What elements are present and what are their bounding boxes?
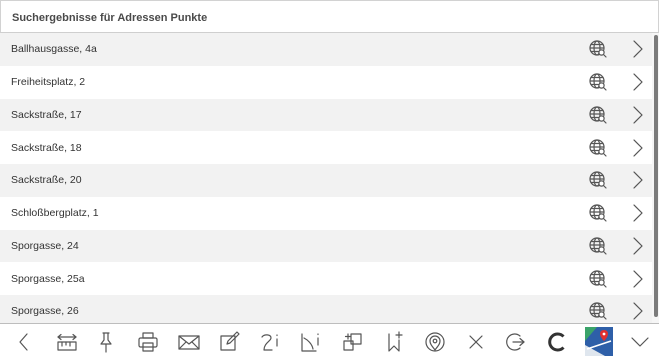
- chevron-right-icon[interactable]: [631, 72, 645, 92]
- result-label[interactable]: Sporgasse, 26: [11, 305, 79, 317]
- scrollbar-thumb[interactable]: [654, 35, 658, 317]
- pin-icon[interactable]: [93, 329, 119, 355]
- chevron-right-icon[interactable]: [631, 39, 645, 59]
- copy-icon[interactable]: [340, 329, 366, 355]
- globe-search-icon[interactable]: [588, 269, 608, 289]
- chevron-right-icon[interactable]: [631, 138, 645, 158]
- globe-search-icon[interactable]: [588, 203, 608, 223]
- result-row[interactable]: Ballhausgasse, 4a: [0, 33, 652, 66]
- chevron-right-icon[interactable]: [631, 269, 645, 289]
- result-row[interactable]: Sackstraße, 20: [0, 164, 652, 197]
- globe-search-icon[interactable]: [588, 301, 608, 321]
- print-icon[interactable]: [135, 329, 161, 355]
- bookmark-add-icon[interactable]: [381, 329, 407, 355]
- globe-search-icon[interactable]: [588, 138, 608, 158]
- chevron-right-icon[interactable]: [631, 203, 645, 223]
- result-label[interactable]: Sackstraße, 18: [11, 142, 82, 154]
- panel-title: Suchergebnisse für Adressen Punkte: [12, 12, 208, 24]
- result-row[interactable]: Sackstraße, 18: [0, 131, 652, 164]
- refresh-icon[interactable]: [545, 329, 571, 355]
- logout-icon[interactable]: [503, 329, 529, 355]
- close-icon[interactable]: [463, 329, 489, 355]
- globe-search-icon[interactable]: [588, 105, 608, 125]
- result-label[interactable]: Sackstraße, 20: [11, 174, 82, 186]
- globe-search-icon[interactable]: [588, 236, 608, 256]
- result-row[interactable]: Sporgasse, 24: [0, 229, 652, 263]
- chevron-right-icon[interactable]: [631, 105, 645, 125]
- location-icon[interactable]: [422, 329, 448, 355]
- results-scrollbar[interactable]: [652, 33, 659, 323]
- edit-icon[interactable]: [217, 329, 243, 355]
- bottom-toolbar: [0, 323, 659, 358]
- chevron-right-icon[interactable]: [631, 170, 645, 190]
- result-label[interactable]: Ballhausgasse, 4a: [11, 43, 97, 55]
- globe-search-icon[interactable]: [588, 72, 608, 92]
- result-row[interactable]: Sporgasse, 26: [0, 295, 652, 323]
- result-label[interactable]: Schloßbergplatz, 1: [11, 207, 99, 219]
- info-text-icon[interactable]: [257, 329, 283, 355]
- expand-icon[interactable]: [627, 329, 653, 355]
- result-label[interactable]: Sporgasse, 25a: [11, 273, 85, 285]
- result-label[interactable]: Sackstraße, 17: [11, 109, 82, 121]
- search-results-panel: Suchergebnisse für Adressen Punkte Ballh…: [0, 0, 659, 358]
- results-list: Ballhausgasse, 4a Freiheitsplatz, 2 Sack…: [0, 33, 652, 323]
- result-label[interactable]: Freiheitsplatz, 2: [11, 76, 85, 88]
- chevron-right-icon[interactable]: [631, 236, 645, 256]
- panel-header: Suchergebnisse für Adressen Punkte: [0, 0, 659, 33]
- chevron-right-icon[interactable]: [631, 301, 645, 321]
- result-label[interactable]: Sporgasse, 24: [11, 240, 79, 252]
- result-row[interactable]: Sporgasse, 25a: [0, 262, 652, 295]
- info-area-icon[interactable]: [298, 329, 324, 355]
- map-logo-icon[interactable]: [585, 327, 613, 356]
- mail-icon[interactable]: [176, 329, 202, 355]
- measure-icon[interactable]: [54, 329, 80, 355]
- back-arrow-icon[interactable]: [11, 329, 37, 355]
- result-row[interactable]: Freiheitsplatz, 2: [0, 65, 652, 99]
- globe-search-icon[interactable]: [588, 170, 608, 190]
- globe-search-icon[interactable]: [588, 39, 608, 59]
- result-row[interactable]: Schloßbergplatz, 1: [0, 196, 652, 230]
- result-row[interactable]: Sackstraße, 17: [0, 98, 652, 132]
